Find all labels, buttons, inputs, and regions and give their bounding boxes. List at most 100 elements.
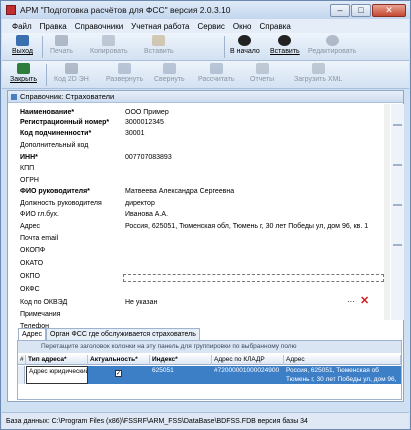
form-scrollbar[interactable] (384, 104, 390, 320)
menu-references[interactable]: Справочники (75, 22, 123, 31)
col-index[interactable]: Индекс* (150, 355, 212, 365)
calculate-button[interactable]: Рассчитать (198, 63, 235, 83)
app-icon (6, 5, 16, 15)
row-indicator-header: # (18, 355, 26, 365)
field-value-okved[interactable]: Не указан (125, 298, 157, 308)
report-icon (255, 63, 269, 74)
group-panel[interactable]: Перетащите заголовок колонки на эту пане… (18, 341, 401, 353)
field-label-email: Почта email (20, 235, 59, 242)
field-value-director[interactable]: Матвеева Александра Сергеевна (125, 187, 234, 197)
field-label-subcode: Код подчиненности* (20, 130, 92, 137)
field-value-name[interactable]: ООО Пример (125, 108, 169, 118)
field-label-inn: ИНН* (20, 154, 38, 161)
col-kladr[interactable]: Адрес по КЛАДР (212, 355, 284, 365)
field-label-kpp: КПП (20, 165, 35, 172)
cell-address[interactable]: Россия, 625051, Тюменская об Тюмень г, 3… (284, 366, 401, 384)
field-label-okopf: ОКОПФ (20, 247, 46, 254)
copy-icon (102, 35, 116, 46)
reports-button[interactable]: Отчеты (250, 63, 274, 83)
dialog-icon (11, 93, 17, 100)
field-value-inn[interactable]: 007707083893 (125, 153, 172, 163)
code-2d-button[interactable]: Код 2D ЭН (54, 63, 89, 83)
field-label-position: Должность руководителя (20, 200, 102, 207)
window-title: АРМ "Подготовка расчётов для ФСС" версия… (20, 5, 231, 15)
detail-tabs: Адрес Орган ФСС где обслуживается страхо… (18, 328, 200, 340)
side-panel (391, 104, 404, 320)
maximize-button[interactable]: □ (351, 3, 371, 17)
menu-file[interactable]: Файл (12, 22, 32, 31)
dialog-titlebar: Справочник: Страхователи (8, 91, 403, 103)
field-label-director: ФИО руководителя* (20, 188, 90, 195)
cell-actual[interactable]: ✓ (88, 366, 150, 384)
cell-index[interactable]: 625051 (150, 366, 212, 384)
close-window-button[interactable]: ✕ (372, 3, 406, 17)
menu-accounting[interactable]: Учетная работа (131, 22, 189, 31)
exit-button[interactable]: Выход (12, 35, 33, 55)
field-value-regnum[interactable]: 3000012345 (125, 118, 164, 128)
field-value-position[interactable]: директор (125, 199, 155, 209)
main-toolbar: Выход Печать Копировать Вставить В начал… (2, 33, 409, 61)
okved-lookup-button[interactable]: ··· (347, 297, 355, 306)
menu-edit[interactable]: Правка (40, 22, 67, 31)
field-label-ogrn: ОГРН (20, 177, 39, 184)
insurers-dialog: Справочник: Страхователи Наименование* О… (7, 90, 404, 402)
col-address[interactable]: Адрес (284, 355, 401, 365)
dialog-title: Справочник: Страхователи (20, 92, 115, 101)
close-door-icon (16, 63, 30, 74)
col-type[interactable]: Тип адреса* (26, 355, 88, 365)
col-actual[interactable]: Актуальность* (88, 355, 150, 365)
okved-clear-icon[interactable]: ✕ (360, 294, 369, 307)
edit-icon (325, 35, 339, 46)
collapse-icon (162, 63, 176, 74)
add-record-icon (278, 35, 292, 46)
menu-help[interactable]: Справка (259, 22, 290, 31)
barcode-icon (64, 63, 78, 74)
field-label-okpo: ОКПО (20, 273, 40, 280)
minimize-button[interactable]: – (330, 3, 350, 17)
secondary-toolbar: Закрыть Код 2D ЭН Развернуть Свернуть Ра… (2, 61, 409, 89)
tab-address[interactable]: Адрес (18, 328, 47, 340)
edit-record-button[interactable]: Редактировать (308, 35, 356, 55)
field-value-subcode[interactable]: 30001 (125, 129, 144, 139)
load-xml-button[interactable]: Загрузить XML (294, 63, 342, 83)
exit-icon (15, 35, 29, 46)
grid-header: # Тип адреса* Актуальность* Индекс* Адре… (18, 355, 401, 365)
field-label-okved: Код по ОКВЭД (20, 299, 68, 306)
copy-button[interactable]: Копировать (90, 35, 128, 55)
field-label-notes: Примечания (20, 311, 61, 318)
to-start-button[interactable]: В начало (230, 35, 260, 55)
close-form-button[interactable]: Закрыть (10, 63, 37, 83)
insurer-form: Наименование* ООО Пример Регистрационный… (8, 104, 390, 330)
first-record-icon (238, 35, 252, 46)
menu-bar: Файл Правка Справочники Учетная работа С… (2, 19, 409, 33)
menu-service[interactable]: Сервис (197, 22, 224, 31)
field-value-address[interactable]: Россия, 625051, Тюменская обл, Тюмень г,… (125, 222, 368, 232)
calculator-icon (209, 63, 223, 74)
address-grid: Перетащите заголовок колонки на эту пане… (17, 340, 402, 400)
actual-checkbox[interactable]: ✓ (115, 370, 122, 377)
okpo-input[interactable] (123, 274, 384, 282)
expand-button[interactable]: Развернуть (106, 63, 143, 83)
app-window: АРМ "Подготовка расчётов для ФСС" версия… (0, 0, 411, 430)
printer-icon (54, 35, 68, 46)
table-row[interactable]: Адрес юридический ✓ 625051 #720000010000… (18, 366, 401, 384)
row-indicator (18, 366, 25, 384)
collapse-button[interactable]: Свернуть (154, 63, 185, 83)
field-label-regnum: Регистрационный номер* (20, 119, 110, 126)
expand-icon (118, 63, 132, 74)
menu-window[interactable]: Окно (233, 22, 252, 31)
insert-record-button[interactable]: Вставить (270, 35, 300, 55)
paste-button[interactable]: Вставить (144, 35, 174, 55)
title-bar: АРМ "Подготовка расчётов для ФСС" версия… (1, 1, 410, 19)
field-label-address: Адрес (20, 223, 41, 230)
xml-icon (311, 63, 325, 74)
print-button[interactable]: Печать (50, 35, 73, 55)
field-value-accountant[interactable]: Иванова А.А. (125, 210, 168, 220)
cell-type[interactable]: Адрес юридический (26, 366, 88, 384)
field-label-accountant: ФИО гл.бух. (20, 211, 59, 218)
tab-fss-body[interactable]: Орган ФСС где обслуживается страхователь (46, 328, 200, 340)
status-bar: База данных: C:\Program Files (x86)\FSSR… (2, 412, 409, 429)
field-label-addcode: Дополнительный код (20, 142, 89, 149)
cell-kladr[interactable]: #72000001000024900 (212, 366, 284, 384)
field-label-okfs: ОКФС (20, 286, 40, 293)
